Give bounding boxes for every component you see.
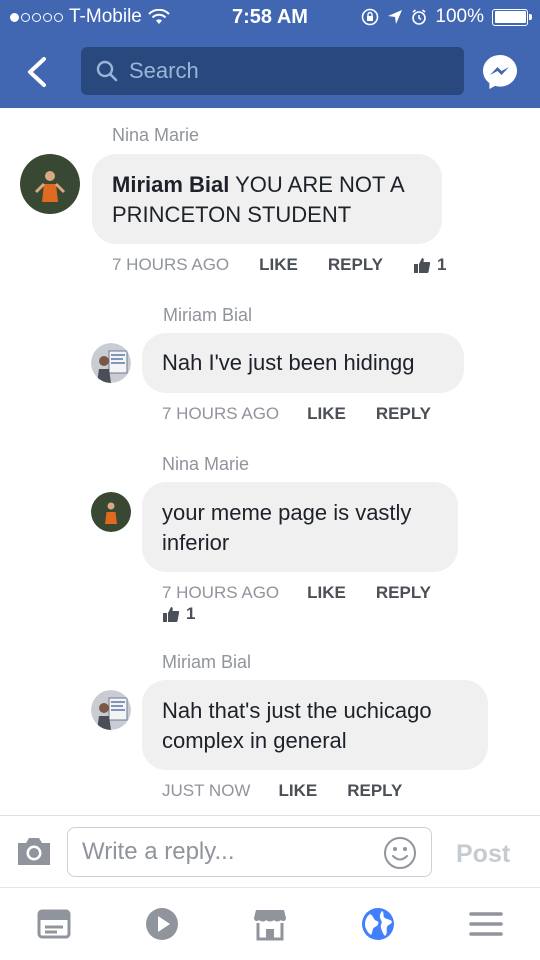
avatar[interactable] [20, 154, 80, 214]
comment-meta: 7 HOURS AGO LIKE REPLY [162, 404, 431, 424]
battery-icon [492, 8, 532, 26]
like-count-number: 1 [186, 604, 196, 623]
search-bar[interactable]: Search [81, 47, 464, 95]
search-icon [96, 60, 118, 82]
comment-text: Nah that's just the uchicago complex in … [162, 698, 432, 753]
status-bar: T-Mobile 7:58 AM 100% [0, 0, 540, 36]
comment-reply-context[interactable]: Miriam Bial [163, 305, 252, 326]
rotation-lock-icon [362, 8, 379, 26]
comment-meta: 7 HOURS AGO LIKE REPLY [162, 583, 431, 603]
comment-bubble[interactable]: Nah I've just been hidingg [142, 333, 464, 393]
battery-percent: 100% [435, 6, 484, 27]
post-button[interactable]: Post [456, 840, 510, 869]
like-count[interactable]: 1 [162, 604, 195, 624]
avatar[interactable] [91, 492, 131, 532]
reply-composer: Write a reply... Post [0, 815, 540, 887]
comment-reply-context[interactable]: Nina Marie [112, 125, 199, 146]
reply-button[interactable]: REPLY [328, 255, 383, 275]
comment-bubble[interactable]: Miriam Bial YOU ARE NOT A PRINCETON STUD… [92, 154, 442, 244]
comment-bubble[interactable]: your meme page is vastly inferior [142, 482, 458, 572]
thumbs-up-icon [414, 258, 431, 273]
like-button[interactable]: LIKE [278, 781, 317, 801]
like-count-number: 1 [437, 255, 447, 274]
back-chevron-icon[interactable] [22, 56, 54, 88]
top-bar: T-Mobile 7:58 AM 100% Search [0, 0, 540, 108]
search-placeholder: Search [129, 58, 199, 83]
menu-icon[interactable] [468, 906, 504, 942]
comment-meta: 7 HOURS AGO LIKE REPLY 1 [112, 255, 446, 275]
comment-time: 7 HOURS AGO [162, 583, 280, 602]
like-count[interactable]: 1 [413, 255, 446, 275]
bottom-tab-bar [0, 887, 540, 960]
comment-text: Nah I've just been hidingg [162, 350, 415, 375]
reply-placeholder: Write a reply... [82, 838, 235, 865]
status-right: 100% [361, 6, 532, 28]
comment-time: 7 HOURS AGO [162, 404, 280, 423]
comment-author[interactable]: Miriam Bial [112, 172, 229, 197]
comment-time: JUST NOW [162, 781, 251, 800]
reply-button[interactable]: REPLY [347, 781, 402, 801]
comment-time: 7 HOURS AGO [112, 255, 230, 274]
reply-button[interactable]: REPLY [376, 583, 431, 603]
avatar[interactable] [91, 343, 131, 383]
reply-button[interactable]: REPLY [376, 404, 431, 424]
location-arrow-icon [388, 10, 403, 24]
comment-reply-context[interactable]: Miriam Bial [162, 652, 251, 673]
like-button[interactable]: LIKE [259, 255, 298, 275]
news-feed-icon[interactable] [36, 906, 72, 942]
notifications-globe-icon[interactable] [360, 906, 396, 942]
like-button[interactable]: LIKE [307, 404, 346, 424]
comment-text: your meme page is vastly inferior [162, 500, 412, 555]
avatar[interactable] [91, 690, 131, 730]
like-button[interactable]: LIKE [307, 583, 346, 603]
like-count-row: 1 [162, 604, 195, 624]
thumbs-up-icon [163, 607, 180, 622]
marketplace-icon[interactable] [252, 906, 288, 942]
reply-input[interactable]: Write a reply... [67, 827, 432, 877]
video-icon[interactable] [144, 906, 180, 942]
comment-meta: JUST NOW LIKE REPLY [162, 781, 402, 801]
alarm-icon [412, 9, 427, 25]
comment-reply-context[interactable]: Nina Marie [162, 454, 249, 475]
messenger-icon[interactable] [481, 53, 519, 91]
camera-icon[interactable] [16, 835, 52, 867]
emoji-smiley-icon[interactable] [383, 836, 417, 870]
comment-bubble[interactable]: Nah that's just the uchicago complex in … [142, 680, 488, 770]
